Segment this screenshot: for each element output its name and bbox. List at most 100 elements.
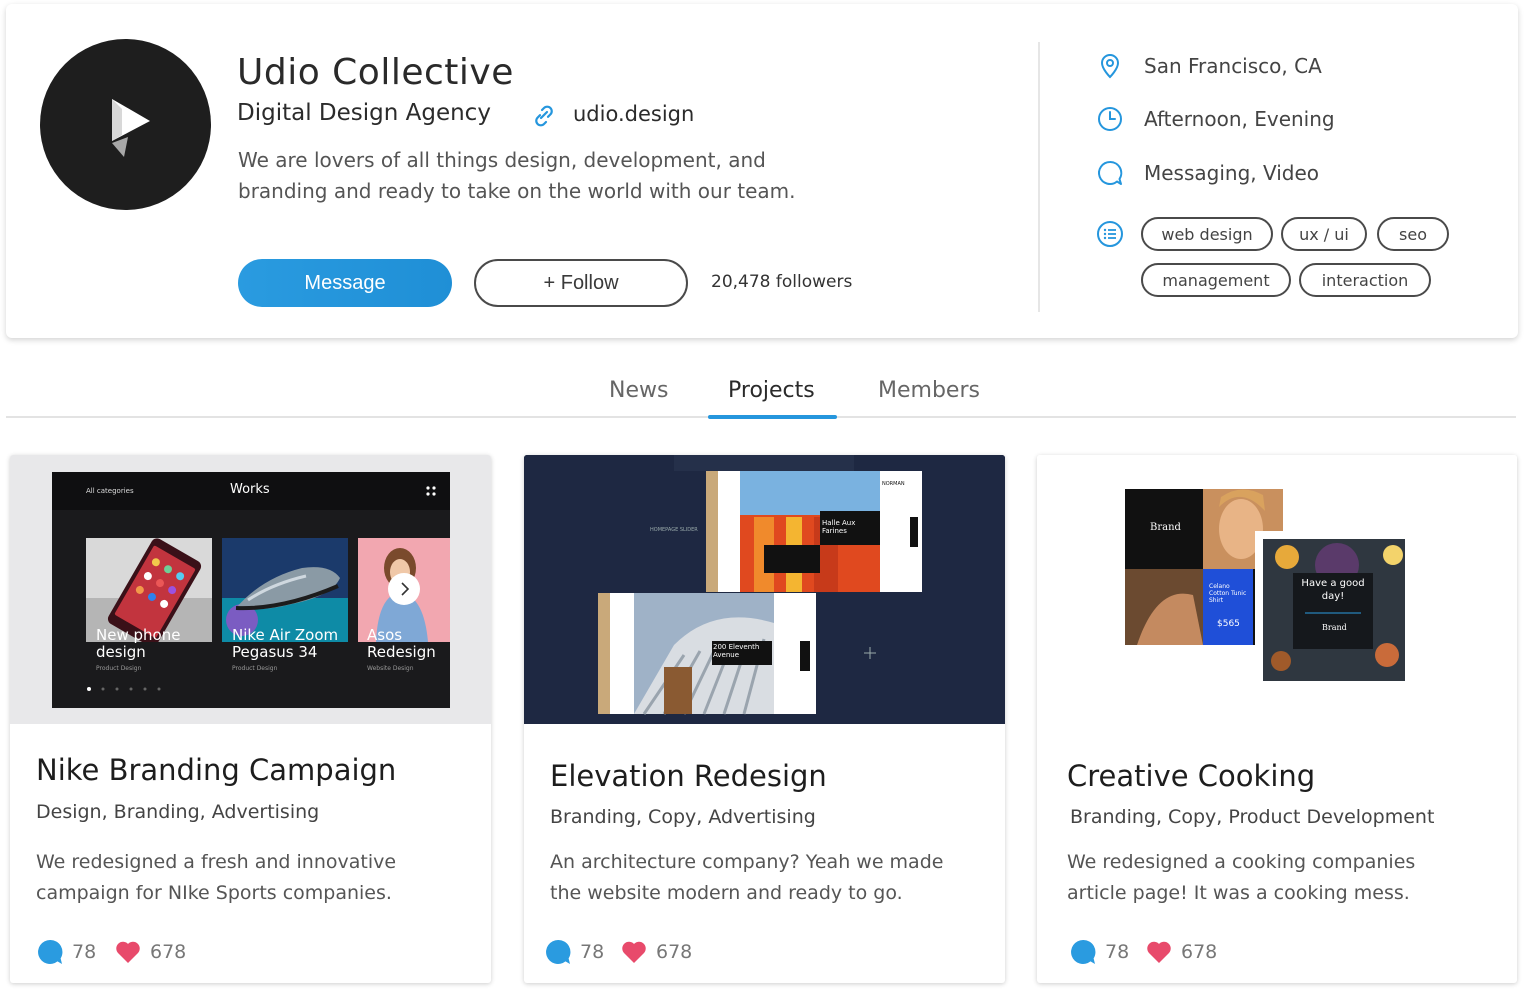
tab-news[interactable]: News bbox=[609, 378, 668, 403]
product-price: $565 bbox=[1217, 619, 1240, 629]
comment-stat[interactable]: 78 bbox=[1069, 938, 1129, 966]
tile-caption: Asos Redesign bbox=[367, 627, 436, 661]
tile-caption-line: New phone bbox=[96, 626, 181, 644]
location-pin-icon bbox=[1100, 53, 1120, 79]
active-tab-indicator bbox=[708, 415, 837, 419]
comment-icon bbox=[1071, 939, 1096, 964]
follow-button[interactable]: + Follow bbox=[474, 259, 688, 307]
like-stat[interactable]: 678 bbox=[1145, 938, 1217, 966]
pagination-dots bbox=[87, 687, 161, 691]
heart-icon bbox=[622, 941, 646, 963]
description-line: article page! It was a cooking mess. bbox=[1067, 882, 1410, 904]
comment-count: 78 bbox=[72, 941, 97, 963]
project-card-elevation[interactable]: HOMEPAGE SLIDER NORMAN Halle Aux Farines… bbox=[524, 455, 1005, 983]
slide-caption: 200 Eleventh Avenue bbox=[713, 643, 760, 659]
tile-caption-line: Nike Air Zoom bbox=[232, 626, 339, 644]
cooking-mockup bbox=[1037, 455, 1517, 724]
location-row: San Francisco, CA bbox=[1096, 52, 1322, 80]
website-link[interactable]: udio.design bbox=[573, 102, 694, 126]
brand-label: Brand bbox=[1322, 623, 1347, 632]
category-filter: All categories bbox=[86, 487, 134, 495]
tag-interaction[interactable]: interaction bbox=[1299, 263, 1431, 297]
slide-caption: Halle Aux Farines bbox=[822, 519, 856, 535]
project-thumbnail[interactable]: HOMEPAGE SLIDER NORMAN Halle Aux Farines… bbox=[524, 455, 1005, 724]
list-icon bbox=[1097, 221, 1123, 247]
profile-card: Udio Collective Digital Design Agency ud… bbox=[6, 4, 1518, 338]
greeting-text: Have a good day! bbox=[1301, 578, 1365, 602]
brand-label: NORMAN bbox=[882, 481, 905, 487]
availability-text: Afternoon, Evening bbox=[1144, 107, 1335, 131]
comment-count: 78 bbox=[580, 941, 605, 963]
project-description: An architecture company? Yeah we made th… bbox=[550, 847, 990, 909]
bio-line: We are lovers of all things design, deve… bbox=[238, 148, 766, 172]
tile-subtitle: Product Design bbox=[96, 665, 142, 672]
project-description: We redesigned a cooking companies articl… bbox=[1067, 847, 1507, 909]
tag-management[interactable]: management bbox=[1141, 263, 1291, 297]
project-title[interactable]: Elevation Redesign bbox=[550, 759, 827, 793]
grid-dots-icon bbox=[426, 486, 436, 496]
like-count: 678 bbox=[1181, 941, 1218, 963]
like-count: 678 bbox=[656, 941, 693, 963]
tile-caption-line: Asos bbox=[367, 626, 403, 644]
project-tags: Branding, Copy, Product Development bbox=[1070, 806, 1435, 828]
tag-web-design[interactable]: web design bbox=[1141, 217, 1273, 251]
architecture-mockup bbox=[524, 455, 1005, 724]
comment-stat[interactable]: 78 bbox=[544, 938, 604, 966]
heart-icon bbox=[1147, 941, 1171, 963]
chevron-right-icon bbox=[388, 573, 420, 605]
chat-bubble-icon bbox=[1098, 160, 1123, 185]
project-tags: Branding, Copy, Advertising bbox=[550, 806, 816, 828]
description-line: An architecture company? Yeah we made bbox=[550, 851, 944, 873]
description-line: We redesigned a fresh and innovative bbox=[36, 851, 397, 873]
avatar bbox=[40, 39, 211, 210]
project-thumbnail[interactable]: All categories Works New phone design Pr… bbox=[10, 455, 491, 724]
link-icon[interactable] bbox=[529, 101, 559, 131]
tile-caption-line: Pegasus 34 bbox=[232, 643, 318, 661]
location-text: San Francisco, CA bbox=[1144, 54, 1322, 78]
contact-row: Messaging, Video bbox=[1096, 159, 1319, 187]
comment-icon bbox=[38, 939, 63, 964]
tag-seo[interactable]: seo bbox=[1377, 217, 1449, 251]
thumbnail-topbar: All categories Works bbox=[52, 472, 450, 510]
like-count: 678 bbox=[150, 941, 187, 963]
tile-caption-line: Redesign bbox=[367, 643, 436, 661]
bio-line: branding and ready to take on the world … bbox=[238, 179, 796, 203]
availability-row: Afternoon, Evening bbox=[1096, 105, 1335, 133]
comment-count: 78 bbox=[1105, 941, 1130, 963]
project-title[interactable]: Nike Branding Campaign bbox=[36, 753, 396, 787]
product-name: Celano Cotton Tunic Shirt bbox=[1209, 583, 1247, 604]
like-stat[interactable]: 678 bbox=[114, 938, 186, 966]
profile-name: Udio Collective bbox=[237, 52, 514, 93]
tag-ux-ui[interactable]: ux / ui bbox=[1281, 217, 1367, 251]
project-thumbnail[interactable]: Brand Celano Cotton Tunic Shirt $565 Hav… bbox=[1037, 455, 1517, 724]
tab-projects[interactable]: Projects bbox=[728, 378, 815, 403]
profile-bio: We are lovers of all things design, deve… bbox=[238, 145, 838, 207]
profile-subtitle: Digital Design Agency bbox=[237, 100, 491, 126]
tile-caption-line: design bbox=[96, 643, 146, 661]
comment-icon bbox=[546, 939, 571, 964]
followers-count: 20,478 followers bbox=[711, 272, 853, 292]
heart-icon bbox=[116, 941, 140, 963]
vertical-divider bbox=[1038, 42, 1040, 312]
tile-caption: Nike Air Zoom Pegasus 34 bbox=[232, 627, 338, 661]
description-line: We redesigned a cooking companies bbox=[1067, 851, 1416, 873]
description-line: campaign for NIke Sports companies. bbox=[36, 882, 392, 904]
tile-subtitle: Product Design bbox=[232, 665, 278, 672]
clock-icon bbox=[1098, 107, 1122, 131]
like-stat[interactable]: 678 bbox=[620, 938, 692, 966]
tile-caption: New phone design bbox=[96, 627, 180, 661]
message-button[interactable]: Message bbox=[238, 259, 452, 307]
thumbnail-screen: All categories Works New phone design Pr… bbox=[52, 472, 450, 708]
project-card-cooking[interactable]: Brand Celano Cotton Tunic Shirt $565 Hav… bbox=[1037, 455, 1517, 983]
project-card-nike[interactable]: All categories Works New phone design Pr… bbox=[10, 455, 491, 983]
project-tags: Design, Branding, Advertising bbox=[36, 801, 320, 823]
works-heading: Works bbox=[230, 482, 270, 497]
project-title[interactable]: Creative Cooking bbox=[1067, 759, 1315, 793]
logo-icon bbox=[112, 99, 150, 157]
comment-stat[interactable]: 78 bbox=[36, 938, 96, 966]
contact-text: Messaging, Video bbox=[1144, 161, 1320, 185]
brand-label: Brand bbox=[1150, 522, 1181, 533]
homepage-slider-label: HOMEPAGE SLIDER bbox=[650, 527, 698, 533]
tab-members[interactable]: Members bbox=[878, 378, 980, 403]
description-line: the website modern and ready to go. bbox=[550, 882, 903, 904]
